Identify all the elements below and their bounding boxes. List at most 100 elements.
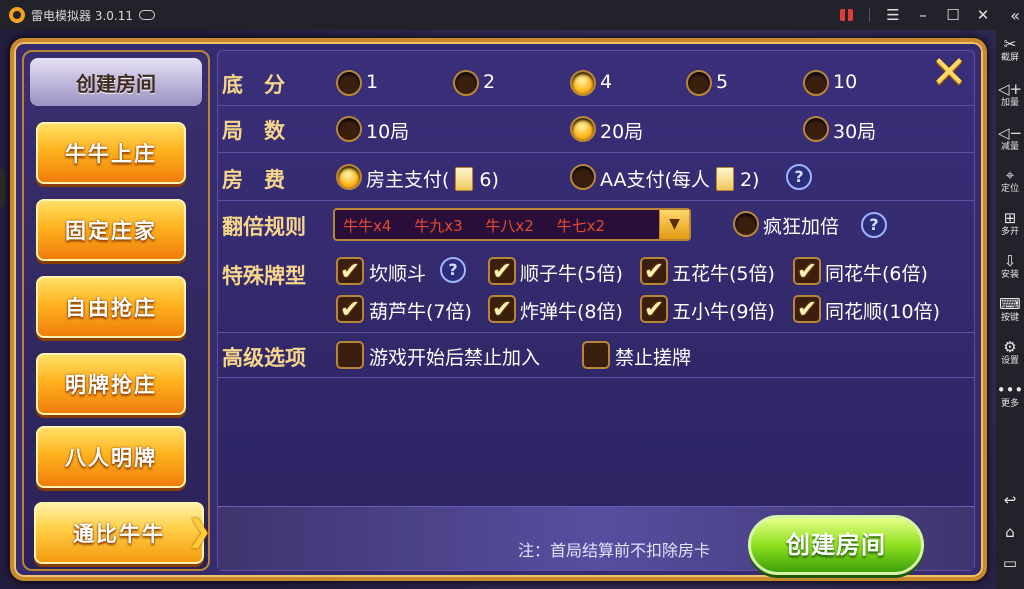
volume-up-icon: ◁+: [997, 80, 1023, 98]
rule-item: 牛八x2: [485, 217, 534, 235]
minimize-icon[interactable]: –: [916, 8, 930, 23]
home-icon: ⌂: [1005, 523, 1015, 541]
divider: [218, 152, 974, 153]
checkbox-straight-flush[interactable]: ✔: [793, 295, 821, 323]
sidebar-item-volume-down[interactable]: ◁− 减量: [996, 125, 1024, 152]
checkbox-five-small[interactable]: ✔: [640, 295, 668, 323]
checkbox-five-flower[interactable]: ✔: [640, 257, 668, 285]
gift-icon[interactable]: [840, 9, 853, 21]
radio-base-score-5[interactable]: [686, 70, 712, 96]
close-icon[interactable]: ✕: [928, 51, 970, 95]
option-label: 游戏开始后禁止加入: [369, 347, 541, 369]
mode-button-eight-player[interactable]: 八人明牌: [36, 426, 186, 488]
sidebar-label: 设置: [1000, 356, 1019, 366]
radio-fee-aa[interactable]: [570, 164, 596, 190]
sidebar-label: 截屏: [1000, 53, 1019, 63]
collapse-sidebar-icon[interactable]: «: [1010, 6, 1020, 25]
close-window-icon[interactable]: ✕: [976, 8, 990, 23]
maximize-icon[interactable]: ☐: [946, 8, 960, 23]
option-label: 葫芦牛(7倍): [369, 301, 472, 323]
checkbox-kan-shun-dou[interactable]: ✔: [336, 257, 364, 285]
create-room-button[interactable]: 创建房间: [748, 515, 924, 575]
divider: [218, 105, 974, 106]
double-rule-label: 翻倍规则: [222, 215, 306, 239]
install-icon: ⇩: [1003, 252, 1017, 270]
sidebar-item-keys[interactable]: ⌨ 按键: [996, 296, 1024, 323]
option-label: 10: [833, 71, 858, 93]
divider: [218, 332, 974, 333]
mode-button-free-grab[interactable]: 自由抢庄: [36, 276, 186, 338]
sidebar-item-multi-open[interactable]: ⊞ 多开: [996, 210, 1024, 237]
emulator-sidebar: ✂ 截屏 ◁+ 加量 ◁− 减量 ⌖ 定位 ⊞ 多开 ⇩ 安装 ⌨ 按键 ⚙ 设…: [996, 30, 1024, 589]
checkbox-flush[interactable]: ✔: [793, 257, 821, 285]
option-label: 同花牛(6倍): [825, 263, 928, 285]
checkbox-no-card-rub[interactable]: ✔: [582, 341, 610, 369]
back-nav-button[interactable]: ↩: [996, 492, 1024, 509]
mode-list: 创建房间 牛牛上庄 固定庄家 自由抢庄 明牌抢庄 八人明牌 通比牛牛 ❯: [22, 50, 212, 571]
checkbox-full-house[interactable]: ✔: [336, 295, 364, 323]
sidebar-item-settings[interactable]: ⚙ 设置: [996, 339, 1024, 366]
option-label: 2: [483, 71, 496, 93]
option-label: 五花牛(5倍): [672, 263, 775, 285]
sidebar-item-screenshot[interactable]: ✂ 截屏: [996, 36, 1024, 63]
create-room-dialog: 创建房间 牛牛上庄 固定庄家 自由抢庄 明牌抢庄 八人明牌 通比牛牛 ❯ ✕ 底…: [10, 38, 987, 581]
option-owner-pays: 房主支付( 6): [366, 165, 499, 193]
option-label: 疯狂加倍: [763, 216, 840, 238]
sidebar-item-more[interactable]: ••• 更多: [996, 382, 1024, 409]
radio-base-score-10[interactable]: [803, 70, 829, 96]
menu-icon[interactable]: ☰: [886, 8, 900, 23]
help-icon[interactable]: ?: [440, 257, 466, 283]
room-card-icon: [455, 166, 474, 191]
keyboard-icon: ⌨: [999, 295, 1021, 313]
radio-base-score-1[interactable]: [336, 70, 362, 96]
mode-button-fixed-banker[interactable]: 固定庄家: [36, 199, 186, 261]
radio-rounds-20[interactable]: [570, 116, 596, 142]
option-label: 坎顺斗: [369, 263, 427, 285]
recent-nav-button[interactable]: ▭: [996, 555, 1024, 572]
gamepad-icon[interactable]: [138, 10, 155, 20]
rounds-label: 局 数: [222, 119, 285, 143]
fee-cost: 6): [479, 169, 499, 191]
sidebar-item-volume-up[interactable]: ◁+ 加量: [996, 81, 1024, 108]
sidebar-item-install[interactable]: ⇩ 安装: [996, 253, 1024, 280]
radio-base-score-4[interactable]: [570, 70, 596, 96]
mode-button-open-grab[interactable]: 明牌抢庄: [36, 353, 186, 415]
sidebar-label: 定位: [1000, 184, 1019, 194]
radio-rounds-10[interactable]: [336, 116, 362, 142]
option-label: 5: [716, 71, 729, 93]
game-screen: 创建房间 牛牛上庄 固定庄家 自由抢庄 明牌抢庄 八人明牌 通比牛牛 ❯ ✕ 底…: [0, 30, 996, 589]
option-label: 同花顺(10倍): [825, 301, 941, 323]
special-cards-label: 特殊牌型: [222, 264, 306, 288]
checkbox-straight[interactable]: ✔: [488, 257, 516, 285]
radio-base-score-2[interactable]: [453, 70, 479, 96]
radio-crazy-double[interactable]: [733, 211, 759, 237]
window-controls: ☰ – ☐ ✕: [840, 0, 990, 30]
sidebar-label: 加量: [1000, 98, 1019, 108]
chevron-down-icon[interactable]: ▼: [659, 210, 689, 239]
rule-item: 牛九x3: [414, 217, 463, 235]
room-fee-label: 房 费: [222, 168, 285, 192]
home-nav-button[interactable]: ⌂: [996, 524, 1024, 541]
option-label: 炸弹牛(8倍): [520, 301, 623, 323]
radio-rounds-30[interactable]: [803, 116, 829, 142]
help-icon[interactable]: ?: [786, 164, 812, 190]
mode-button-niuniu-banker[interactable]: 牛牛上庄: [36, 122, 186, 184]
option-label: 房主支付(: [366, 169, 450, 191]
recent-apps-icon: ▭: [1002, 554, 1018, 572]
edge-handle[interactable]: [0, 168, 6, 208]
checkbox-bomb[interactable]: ✔: [488, 295, 516, 323]
dropdown-value: 牛牛x4 牛九x3 牛八x2 牛七x2: [343, 215, 623, 236]
base-score-label: 底 分: [222, 73, 285, 97]
advanced-label: 高级选项: [222, 346, 306, 370]
more-icon: •••: [996, 381, 1024, 399]
divider: [218, 377, 974, 378]
option-label: 30局: [833, 121, 877, 143]
mode-button-tongbi-niuniu[interactable]: 通比牛牛 ❯: [34, 502, 212, 564]
volume-down-icon: ◁−: [997, 124, 1023, 142]
settings-icon: ⚙: [1003, 338, 1017, 356]
radio-fee-owner-pays[interactable]: [336, 164, 362, 190]
double-rule-dropdown[interactable]: 牛牛x4 牛九x3 牛八x2 牛七x2 ▼: [333, 208, 691, 241]
help-icon[interactable]: ?: [861, 212, 887, 238]
sidebar-item-location[interactable]: ⌖ 定位: [996, 167, 1024, 194]
checkbox-no-join-after-start[interactable]: ✔: [336, 341, 364, 369]
